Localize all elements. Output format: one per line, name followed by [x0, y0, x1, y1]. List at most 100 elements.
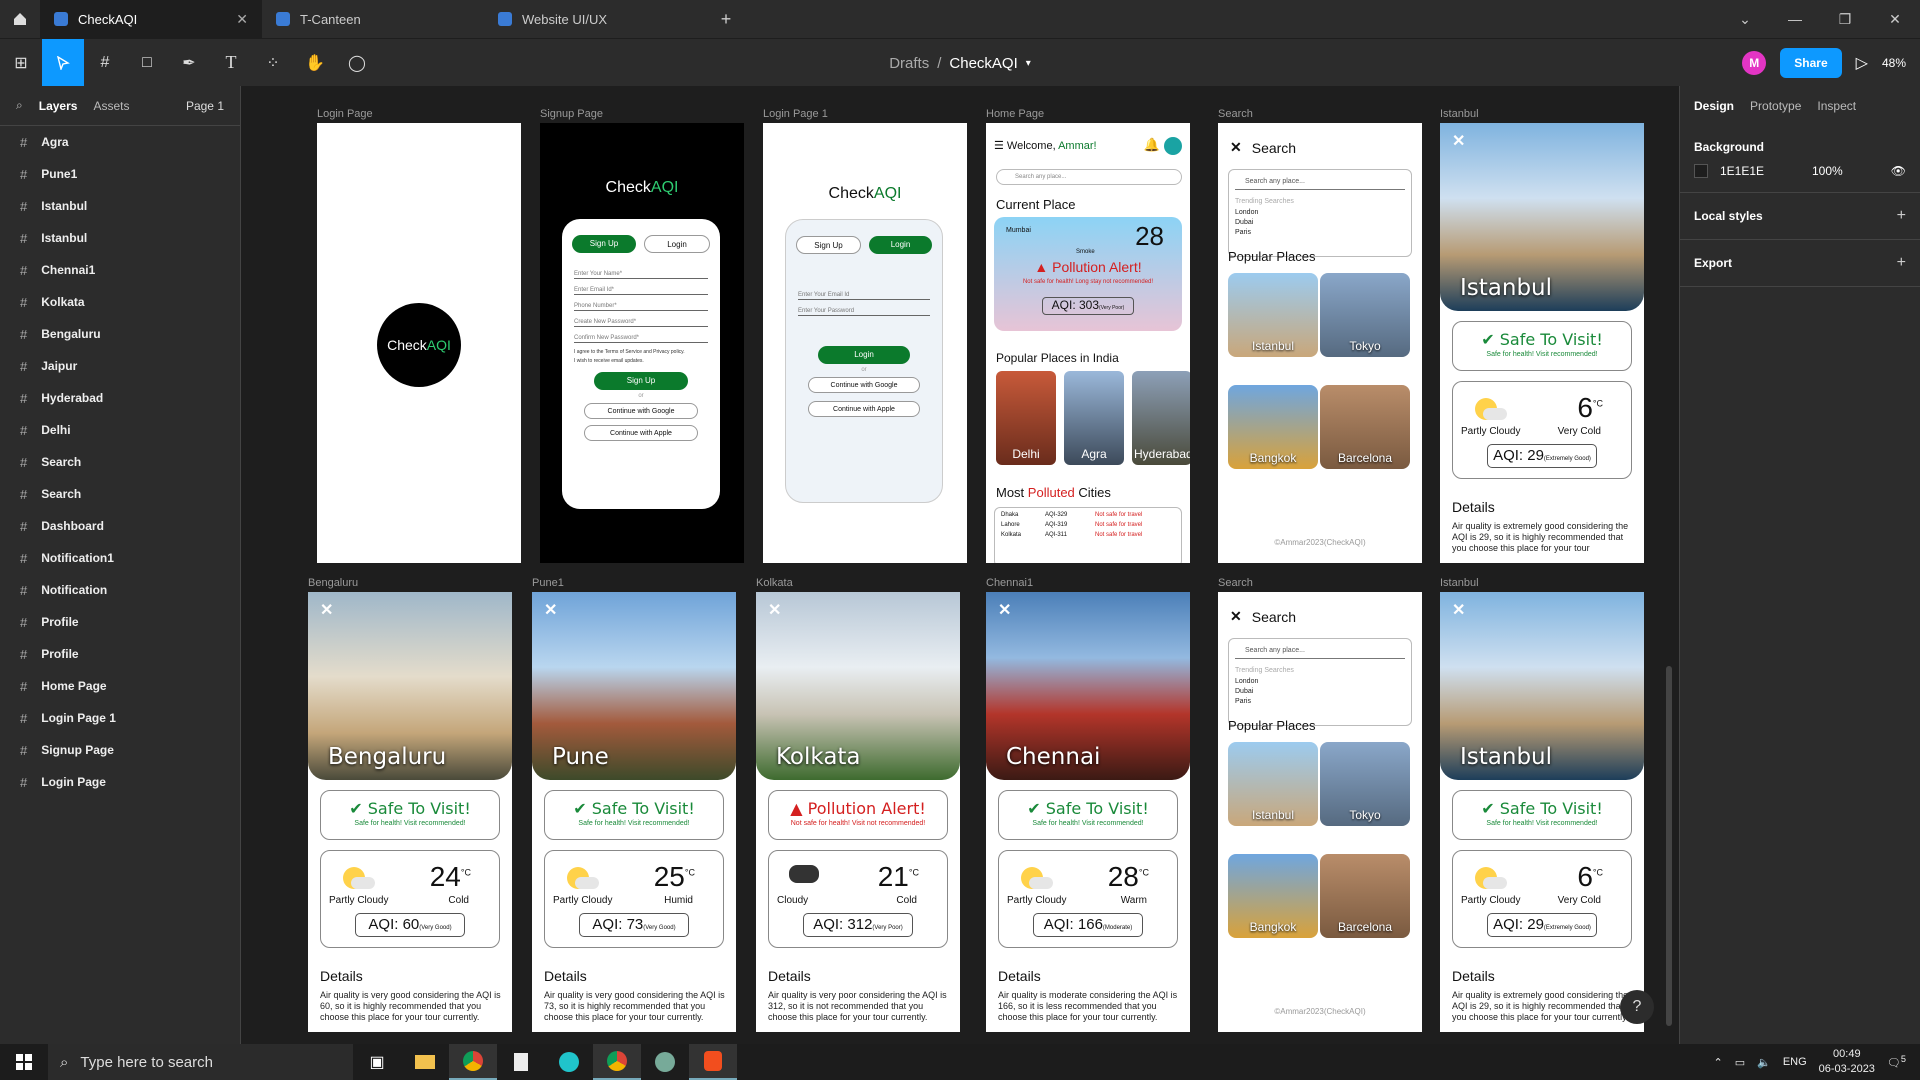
zoom-level[interactable]: 48% [1882, 56, 1906, 70]
shape-tool-icon[interactable]: □ [126, 39, 168, 87]
layer-item[interactable]: # Home Page [0, 670, 240, 702]
frame-tool-icon[interactable]: # [84, 39, 126, 87]
apple-button[interactable]: Continue with Apple [584, 425, 698, 441]
frame-home-page[interactable]: ☰ Welcome, Ammar! 🔔 Search any place... … [986, 123, 1190, 563]
phone-field[interactable]: Phone Number* [574, 295, 708, 311]
notepad-icon[interactable] [497, 1044, 545, 1080]
layer-item[interactable]: # Login Page [0, 766, 240, 798]
tab-checkaqi[interactable]: CheckAQI ✕ [40, 0, 262, 38]
layer-item[interactable]: # Notification [0, 574, 240, 606]
resources-icon[interactable]: ⁘ [252, 39, 294, 87]
current-place-card[interactable]: Mumbai Smoke 28 ▲ Pollution Alert! Not s… [994, 217, 1182, 331]
confirm-password-field[interactable]: Confirm New Password* [574, 327, 708, 343]
close-icon[interactable]: ✕ [1452, 600, 1465, 620]
language-indicator[interactable]: ENG [1783, 1056, 1807, 1068]
frame-kolkata[interactable]: ✕ Kolkata ▲ Pollution Alert! Not safe for h… [756, 592, 960, 1032]
layer-item[interactable]: # Hyderabad [0, 382, 240, 414]
email-field[interactable]: Enter Your Email Id [798, 284, 930, 300]
eye-icon[interactable]: 👁 [1891, 164, 1906, 178]
password-field[interactable]: Create New Password* [574, 311, 708, 327]
polluted-row[interactable]: Dhaka AQI-329 Not safe for travel [995, 508, 1181, 518]
popular-place-card[interactable]: Barcelona [1320, 854, 1410, 938]
tab-inspect[interactable]: Inspect [1817, 99, 1856, 113]
layer-item[interactable]: # Jaipur [0, 350, 240, 382]
layer-item[interactable]: # Profile [0, 638, 240, 670]
popular-place-card[interactable]: Barcelona [1320, 385, 1410, 469]
tab-website-uiux[interactable]: Website UI/UX [484, 0, 706, 38]
menu-icon[interactable]: ☰ [994, 140, 1007, 152]
polluted-row[interactable]: Lahore AQI-319 Not safe for travel [995, 518, 1181, 528]
add-style-icon[interactable]: + [1897, 207, 1906, 225]
chevron-up-icon[interactable]: ⌃ [1713, 1056, 1722, 1069]
chrome-icon[interactable] [449, 1044, 497, 1080]
frame-label[interactable]: Bengaluru [308, 577, 358, 589]
terms-checkbox-label[interactable]: I agree to the Terms of Service and Priv… [574, 349, 708, 355]
layer-item[interactable]: # Search [0, 478, 240, 510]
frame-label[interactable]: Search [1218, 577, 1253, 589]
frame-label[interactable]: Signup Page [540, 108, 603, 120]
layer-item[interactable]: # Signup Page [0, 734, 240, 766]
search-input[interactable]: Search any place... [996, 169, 1182, 185]
layer-item[interactable]: # Bengaluru [0, 318, 240, 350]
close-icon[interactable]: ✕ [1230, 139, 1242, 156]
frame-signup-page[interactable]: CheckAQI Sign Up Login Enter Your Name* … [540, 123, 744, 563]
trending-item[interactable]: London [1235, 678, 1405, 685]
popular-place-card[interactable]: Tokyo [1320, 742, 1410, 826]
frame-chennai[interactable]: ✕ Chennai ✔ Safe To Visit! Safe for health!… [986, 592, 1190, 1032]
chevron-down-icon[interactable]: ▾ [1026, 58, 1031, 69]
trending-item[interactable]: London [1235, 209, 1405, 216]
windows-start-icon[interactable] [0, 1044, 48, 1080]
popular-place-card[interactable]: Istanbul [1228, 742, 1318, 826]
frame-pune[interactable]: ✕ Pune ✔ Safe To Visit! Safe for health! Vi… [532, 592, 736, 1032]
place-card-agra[interactable]: Agra [1064, 371, 1124, 465]
password-field[interactable]: Enter Your Password [798, 300, 930, 316]
close-icon[interactable]: ✕ [1870, 11, 1920, 28]
close-icon[interactable]: ✕ [768, 600, 781, 620]
frame-label[interactable]: Kolkata [756, 577, 793, 589]
frame-login-page-1[interactable]: CheckAQI Sign Up Login Enter Your Email … [763, 123, 967, 563]
trending-item[interactable]: Dubai [1235, 219, 1405, 226]
trending-item[interactable]: Dubai [1235, 688, 1405, 695]
trending-item[interactable]: Paris [1235, 229, 1405, 236]
layer-item[interactable]: # Delhi [0, 414, 240, 446]
background-hex[interactable]: 1E1E1E [1720, 164, 1800, 178]
trending-item[interactable]: Paris [1235, 698, 1405, 705]
comment-tool-icon[interactable]: ◯ [336, 39, 378, 87]
tab-t-canteen[interactable]: T-Canteen [262, 0, 484, 38]
frame-login-page[interactable]: Check AQI [317, 123, 521, 563]
text-tool-icon[interactable]: T [210, 39, 252, 87]
canva-icon[interactable] [545, 1044, 593, 1080]
breadcrumb-drafts[interactable]: Drafts [889, 55, 929, 72]
signup-button[interactable]: Sign Up [594, 372, 688, 390]
name-field[interactable]: Enter Your Name* [574, 263, 708, 279]
hand-tool-icon[interactable]: ✋ [294, 39, 336, 87]
frame-search[interactable]: ✕ Search Search any place... Trending Searc… [1218, 592, 1422, 1032]
layer-item[interactable]: # Login Page 1 [0, 702, 240, 734]
tab-layers[interactable]: Layers [39, 99, 78, 113]
page-selector[interactable]: Page 1 [186, 99, 224, 113]
layer-item[interactable]: # Dashboard [0, 510, 240, 542]
restore-icon[interactable]: ❐ [1820, 11, 1870, 28]
app-icon[interactable] [641, 1044, 689, 1080]
share-button[interactable]: Share [1780, 48, 1842, 78]
popular-place-card[interactable]: Istanbul [1228, 273, 1318, 357]
main-menu-icon[interactable]: ⊞ [0, 39, 42, 87]
pen-tool-icon[interactable]: ✒ [168, 39, 210, 87]
close-icon[interactable]: ✕ [1230, 608, 1242, 625]
login-button[interactable]: Login [818, 346, 910, 364]
minimize-icon[interactable]: — [1770, 11, 1820, 27]
layer-item[interactable]: # Search [0, 446, 240, 478]
layer-item[interactable]: # Notification1 [0, 542, 240, 574]
frame-label[interactable]: Pune1 [532, 577, 564, 589]
help-icon[interactable]: ? [1620, 990, 1654, 1024]
background-opacity[interactable]: 100% [1812, 164, 1843, 178]
place-card-hyderabad[interactable]: Hyderabad [1132, 371, 1190, 465]
frame-label[interactable]: Search [1218, 108, 1253, 120]
polluted-row[interactable]: Kolkata AQI-311 Not safe for travel [995, 528, 1181, 538]
place-card-delhi[interactable]: Delhi [996, 371, 1056, 465]
move-tool-icon[interactable] [42, 38, 84, 87]
frame-label[interactable]: Istanbul [1440, 108, 1479, 120]
avatar[interactable] [1164, 137, 1182, 155]
layer-item[interactable]: # Chennai1 [0, 254, 240, 286]
frame-bengaluru[interactable]: ✕ Bengaluru ✔ Safe To Visit! Safe for healt… [308, 592, 512, 1032]
